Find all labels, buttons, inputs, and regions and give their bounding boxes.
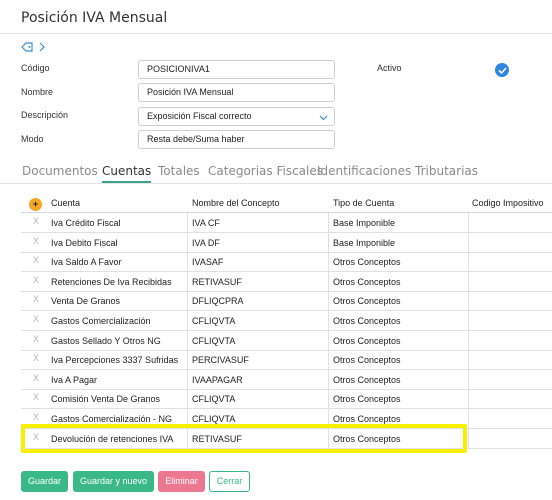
cell-tipo-cuenta: Otros Conceptos bbox=[333, 394, 401, 405]
grid-header: + Cuenta Nombre del Concepto Tipo de Cue… bbox=[21, 191, 552, 213]
remove-row-icon[interactable]: X bbox=[33, 275, 39, 285]
cell-tipo-cuenta: Base Imponible bbox=[333, 237, 396, 248]
codigo-field[interactable]: POSICIONIVA1 bbox=[138, 60, 335, 79]
activo-checkbox[interactable] bbox=[495, 63, 509, 77]
cell-nombre-concepto: DFLIQCPRA bbox=[192, 296, 244, 307]
tag-icon[interactable] bbox=[21, 42, 33, 52]
column-divider bbox=[328, 213, 329, 449]
cell-cuenta: Gastos Comercialización - NG bbox=[51, 414, 173, 424]
table-row[interactable]: X Gastos Comercialización CFLIQVTA Otros Co… bbox=[21, 311, 552, 331]
guardar-y-nuevo-button[interactable]: Guardar y nuevo bbox=[73, 471, 154, 492]
tab-identificaciones-tributarias[interactable]: Identificaciones Tributarias bbox=[317, 164, 478, 178]
cell-tipo-cuenta: Otros Conceptos bbox=[333, 374, 401, 385]
tab-cuentas[interactable]: Cuentas bbox=[102, 164, 152, 183]
cell-nombre-concepto: IVASAF bbox=[192, 257, 224, 268]
cell-tipo-cuenta: Otros Conceptos bbox=[333, 257, 401, 268]
cell-cuenta: Iva Percepciones 3337 Sufridas bbox=[51, 355, 179, 366]
table-row[interactable]: X Iva A Pagar IVAAPAGAR Otros Conceptos bbox=[21, 370, 552, 390]
cell-nombre-concepto: CFLIQVTA bbox=[192, 414, 236, 424]
chevron-right-icon[interactable] bbox=[39, 42, 45, 52]
column-header-nombre-concepto: Nombre del Concepto bbox=[192, 198, 280, 208]
table-row[interactable]: X Iva Debito Fiscal IVA DF Base Imponible bbox=[21, 233, 552, 253]
remove-row-icon[interactable]: X bbox=[33, 392, 39, 402]
cell-nombre-concepto: IVA CF bbox=[192, 218, 220, 228]
page-title: Posición IVA Mensual bbox=[21, 10, 168, 26]
tab-documentos[interactable]: Documentos bbox=[22, 164, 98, 178]
table-row[interactable]: X Retenciones De Iva Recibidas RETIVASUF Ot… bbox=[21, 272, 552, 292]
cell-nombre-concepto: IVA DF bbox=[192, 237, 220, 248]
eliminar-button[interactable]: Eliminar bbox=[158, 471, 205, 492]
cell-cuenta: Gastos Comercialización bbox=[51, 316, 151, 326]
cell-tipo-cuenta: Otros Conceptos bbox=[333, 276, 401, 287]
title-divider bbox=[0, 33, 552, 34]
table-row[interactable]: X Iva Crédito Fiscal IVA CF Base Imponible bbox=[21, 213, 552, 233]
table-row[interactable]: X Comisión Venta De Granos CFLIQVTA Otros C… bbox=[21, 389, 552, 410]
remove-row-icon[interactable]: X bbox=[33, 216, 39, 226]
chevron-down-icon bbox=[319, 113, 328, 123]
cell-cuenta: Retenciones De Iva Recibidas bbox=[51, 276, 172, 287]
table-row[interactable]: X Iva Saldo A Favor IVASAF Otros Conceptos bbox=[21, 252, 552, 273]
add-row-button[interactable]: + bbox=[29, 198, 42, 211]
tab-totales[interactable]: Totales bbox=[158, 164, 200, 178]
column-divider bbox=[468, 213, 469, 449]
cell-cuenta: Comisión Venta De Granos bbox=[51, 394, 161, 405]
cell-cuenta: Iva Debito Fiscal bbox=[51, 237, 118, 248]
remove-row-icon[interactable]: X bbox=[33, 373, 39, 383]
cell-tipo-cuenta: Base Imponible bbox=[333, 218, 396, 228]
cell-cuenta: Iva A Pagar bbox=[51, 374, 98, 385]
column-header-codigo-impositivo: Codigo Impositivo bbox=[472, 198, 544, 208]
cell-nombre-concepto: CFLIQVTA bbox=[192, 335, 236, 346]
column-divider bbox=[187, 213, 188, 449]
remove-row-icon[interactable]: X bbox=[33, 334, 39, 344]
remove-row-icon[interactable]: X bbox=[33, 412, 39, 422]
column-header-cuenta: Cuenta bbox=[51, 198, 81, 208]
table-row[interactable]: X Venta De Granos DFLIQCPRA Otros Conceptos bbox=[21, 291, 552, 312]
breadcrumb bbox=[21, 42, 45, 52]
remove-row-icon[interactable]: X bbox=[33, 294, 39, 304]
tab-bar: Documentos Cuentas Totales Categorias Fi… bbox=[0, 164, 552, 184]
remove-row-icon[interactable]: X bbox=[33, 353, 39, 363]
activo-label: Activo bbox=[377, 63, 402, 73]
table-row[interactable]: X Gastos Sellado Y Otros NG CFLIQVTA Otros … bbox=[21, 331, 552, 351]
remove-row-icon[interactable]: X bbox=[33, 236, 39, 246]
cell-cuenta: Iva Crédito Fiscal bbox=[51, 218, 121, 228]
nombre-label: Nombre bbox=[21, 87, 54, 97]
cell-nombre-concepto: RETIVASUF bbox=[192, 276, 242, 287]
cell-tipo-cuenta: Otros Conceptos bbox=[333, 355, 401, 366]
descripcion-label: Descripción bbox=[21, 110, 69, 120]
cell-cuenta: Iva Saldo A Favor bbox=[51, 257, 122, 268]
cell-tipo-cuenta: Otros Conceptos bbox=[333, 296, 401, 307]
column-header-tipo-cuenta: Tipo de Cuenta bbox=[333, 198, 395, 208]
remove-row-icon[interactable]: X bbox=[33, 255, 39, 265]
cell-nombre-concepto: PERCIVASUF bbox=[192, 355, 249, 366]
nombre-field[interactable]: Posición IVA Mensual bbox=[138, 83, 335, 102]
descripcion-value: Exposición Fiscal correcto bbox=[147, 111, 252, 121]
remove-row-icon[interactable]: X bbox=[33, 314, 39, 324]
cell-tipo-cuenta: Otros Conceptos bbox=[333, 316, 401, 326]
cell-nombre-concepto: IVAAPAGAR bbox=[192, 374, 243, 385]
cell-tipo-cuenta: Otros Conceptos bbox=[333, 335, 401, 346]
cell-tipo-cuenta: Otros Conceptos bbox=[333, 414, 401, 424]
cell-cuenta: Gastos Sellado Y Otros NG bbox=[51, 335, 161, 346]
highlighted-row-outline bbox=[21, 424, 467, 453]
table-row[interactable]: X Iva Percepciones 3337 Sufridas PERCIVASU… bbox=[21, 350, 552, 371]
modo-label: Modo bbox=[21, 134, 44, 144]
guardar-button[interactable]: Guardar bbox=[21, 471, 68, 492]
cell-nombre-concepto: CFLIQVTA bbox=[192, 394, 236, 405]
check-icon bbox=[497, 66, 507, 74]
codigo-label: Código bbox=[21, 63, 50, 73]
cell-nombre-concepto: CFLIQVTA bbox=[192, 316, 236, 326]
descripcion-select[interactable]: Exposición Fiscal correcto bbox=[138, 107, 335, 126]
tab-categorias-fiscales[interactable]: Categorias Fiscales bbox=[208, 164, 323, 178]
modo-field[interactable]: Resta debe/Suma haber bbox=[138, 130, 335, 149]
cell-cuenta: Venta De Granos bbox=[51, 296, 121, 307]
cerrar-button[interactable]: Cerrar bbox=[209, 471, 250, 492]
